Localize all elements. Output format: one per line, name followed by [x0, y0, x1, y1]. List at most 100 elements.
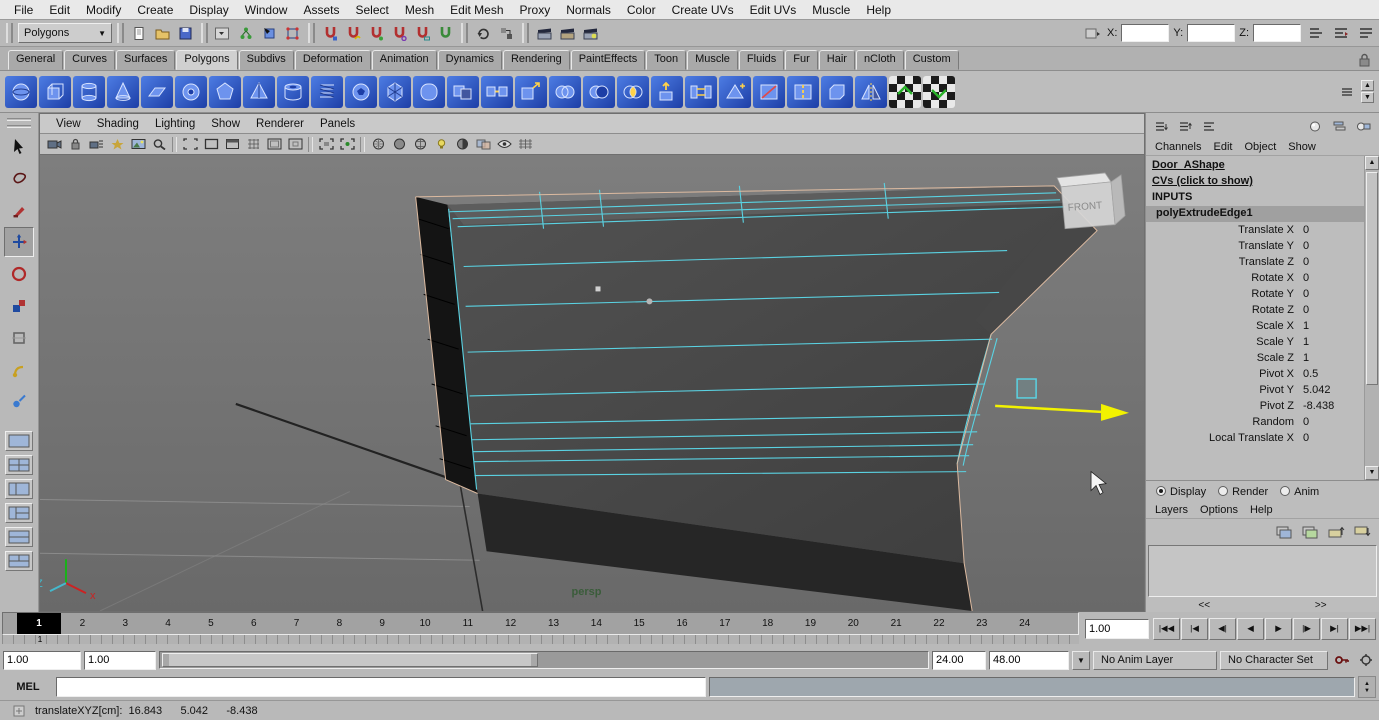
step-forward-frame-button[interactable]: ▶| — [1321, 617, 1348, 640]
scrollbar-thumb[interactable] — [1366, 172, 1378, 386]
channel-speed-icon[interactable] — [1199, 116, 1220, 137]
section-grip[interactable] — [117, 23, 124, 43]
anim-radio[interactable]: Anim — [1280, 485, 1319, 498]
tab-animation[interactable]: Animation — [371, 50, 437, 70]
toolbox-grip[interactable] — [7, 118, 31, 121]
show-both-icon[interactable] — [1353, 116, 1374, 137]
channel-name[interactable]: Scale X — [1146, 320, 1294, 332]
panel-menu-lighting[interactable]: Lighting — [147, 117, 203, 131]
cvs-header[interactable]: CVs (click to show) — [1146, 174, 1364, 190]
menu-item-modify[interactable]: Modify — [78, 1, 129, 19]
range-slider-handle[interactable] — [162, 653, 539, 667]
scroll-up-icon[interactable]: ▲ — [1365, 156, 1379, 170]
menu-item-edit-mesh[interactable]: Edit Mesh — [442, 1, 511, 19]
channel-name[interactable]: Pivot X — [1146, 368, 1294, 380]
shelf-poly-helix-icon[interactable] — [311, 75, 343, 108]
show-ui-toggle-1-icon[interactable] — [1305, 23, 1326, 44]
panel-menu-shading[interactable]: Shading — [89, 117, 147, 131]
panel-menu-view[interactable]: View — [48, 117, 89, 131]
shelf-boolean-intersection-icon[interactable] — [617, 75, 649, 108]
timeline-frame[interactable]: 22 — [918, 613, 961, 634]
section-grip[interactable] — [201, 23, 208, 43]
wireframe-display-icon[interactable] — [368, 135, 388, 153]
tab-curves[interactable]: Curves — [64, 50, 115, 70]
three-pane-layout-button[interactable] — [5, 551, 33, 571]
timeline-frame[interactable]: 4 — [147, 613, 190, 634]
channel-name[interactable]: Translate Y — [1146, 240, 1294, 252]
go-to-end-button[interactable]: ▶▶| — [1349, 617, 1376, 640]
z-coordinate-input[interactable] — [1253, 24, 1301, 42]
channel-value[interactable]: 0.5 — [1303, 368, 1318, 380]
frame-selection-icon[interactable] — [337, 135, 357, 153]
tab-subdivs[interactable]: Subdivs — [238, 50, 294, 70]
anim-layer-dropdown[interactable]: No Anim Layer — [1093, 650, 1217, 670]
field-chart-icon[interactable] — [243, 135, 263, 153]
object-menu[interactable]: Object — [1239, 141, 1281, 153]
snap-to-projected-center-icon[interactable] — [389, 23, 410, 44]
timeline-playhead[interactable]: 1 — [17, 613, 61, 634]
section-grip[interactable] — [308, 23, 315, 43]
single-pane-layout-button[interactable] — [5, 431, 33, 451]
shelf-boolean-union-icon[interactable] — [549, 75, 581, 108]
options-menu[interactable]: Options — [1195, 504, 1243, 516]
timeline-frame[interactable]: 16 — [661, 613, 704, 634]
channel-sort-icon[interactable] — [1151, 116, 1172, 137]
y-coordinate-input[interactable] — [1187, 24, 1236, 42]
timeline-frame[interactable]: 7 — [275, 613, 318, 634]
channel-box-scrollbar[interactable]: ▲ ▼ — [1364, 156, 1379, 480]
layer-move-down-icon[interactable] — [1352, 521, 1373, 542]
scroll-down-icon[interactable]: ▼ — [1365, 466, 1379, 480]
select-object-icon[interactable] — [259, 23, 280, 44]
tab-rendering[interactable]: Rendering — [502, 50, 570, 70]
2d-pan-zoom-icon[interactable] — [149, 135, 169, 153]
shelf-mirror-geometry-icon[interactable] — [855, 75, 887, 108]
shelf-bevel-icon[interactable] — [821, 75, 853, 108]
snap-to-grid-icon[interactable] — [320, 23, 341, 44]
menu-item-mesh[interactable]: Mesh — [397, 1, 442, 19]
new-scene-icon[interactable] — [129, 23, 150, 44]
channel-value[interactable]: 1 — [1303, 352, 1309, 364]
layer-list[interactable] — [1148, 545, 1377, 597]
channel-value[interactable]: 5.042 — [1303, 384, 1331, 396]
shadows-display-icon[interactable] — [452, 135, 472, 153]
timeline-tick-strip[interactable]: 1 — [2, 634, 1079, 644]
select-hierarchy-icon[interactable] — [236, 23, 257, 44]
shelf-poly-cube-icon[interactable] — [39, 75, 71, 108]
anim-layer-dropdown-icon[interactable]: ▼ — [1072, 650, 1090, 670]
panel-menu-panels[interactable]: Panels — [312, 117, 363, 131]
frame-all-icon[interactable] — [316, 135, 336, 153]
timeline-frame[interactable]: 6 — [232, 613, 275, 634]
tab-ncloth[interactable]: nCloth — [855, 50, 904, 70]
show-manipulator-tool[interactable] — [4, 387, 34, 417]
transform-entry-mode-icon[interactable] — [1082, 23, 1103, 44]
channel-value[interactable]: 0 — [1303, 272, 1309, 284]
input-node-name[interactable]: polyExtrudeEdge1 — [1146, 206, 1364, 222]
panel-menu-show[interactable]: Show — [203, 117, 248, 131]
shelf-uv-checker-a-icon[interactable] — [889, 75, 921, 108]
shelf-poly-prism-icon[interactable] — [209, 75, 241, 108]
tab-dynamics[interactable]: Dynamics — [437, 50, 502, 70]
shelf-append-to-polygon-icon[interactable] — [719, 75, 751, 108]
channel-name[interactable]: Translate X — [1146, 224, 1294, 236]
persp-outliner-layout-button[interactable] — [5, 503, 33, 523]
menu-item-select[interactable]: Select — [347, 1, 396, 19]
collapse-right-button[interactable]: >> — [1315, 600, 1327, 611]
menu-item-assets[interactable]: Assets — [295, 1, 347, 19]
channel-name[interactable]: Rotate Z — [1146, 304, 1294, 316]
timeline-frame[interactable]: 11 — [446, 613, 489, 634]
play-backwards-button[interactable]: ◀ — [1237, 617, 1264, 640]
timeline-frame[interactable]: 9 — [361, 613, 404, 634]
channel-name[interactable]: Scale Z — [1146, 352, 1294, 364]
step-forward-key-button[interactable]: |▶ — [1293, 617, 1320, 640]
menu-item-create-uvs[interactable]: Create UVs — [664, 1, 742, 19]
shelf-lock-icon[interactable] — [1354, 49, 1375, 70]
show-layer-editor-icon[interactable] — [1329, 116, 1350, 137]
snap-to-point-icon[interactable] — [366, 23, 387, 44]
toolbox-grip[interactable] — [7, 125, 31, 128]
section-grip[interactable] — [522, 23, 529, 43]
menu-item-display[interactable]: Display — [181, 1, 236, 19]
tab-surfaces[interactable]: Surfaces — [115, 50, 176, 70]
smooth-shade-display-icon[interactable] — [389, 135, 409, 153]
tab-painteffects[interactable]: PaintEffects — [570, 50, 646, 70]
menu-item-muscle[interactable]: Muscle — [804, 1, 858, 19]
